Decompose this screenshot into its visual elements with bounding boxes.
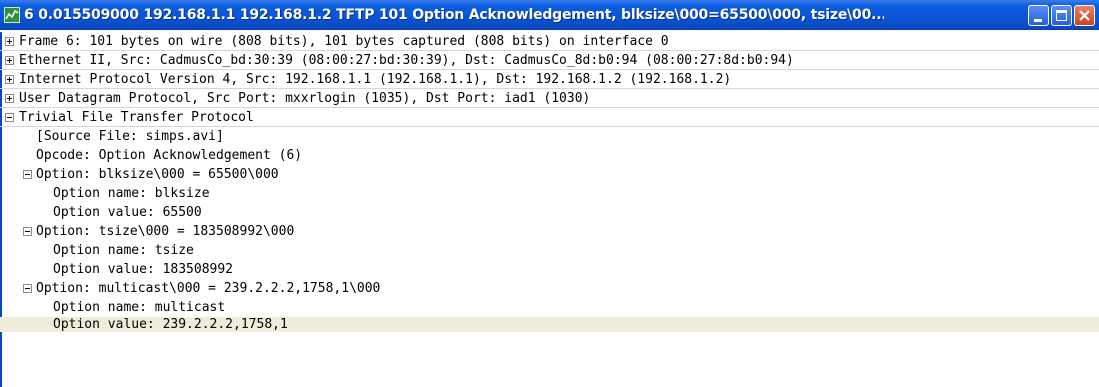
tree-row-label: Internet Protocol Version 4, Src: 192.16… bbox=[19, 72, 732, 87]
tree-row-label: Option value: 239.2.2.2,1758,1 bbox=[53, 317, 288, 332]
packet-details-tree[interactable]: Frame 6: 101 bytes on wire (808 bits), 1… bbox=[0, 32, 1099, 387]
expand-icon[interactable] bbox=[5, 37, 14, 46]
collapse-icon[interactable] bbox=[23, 170, 32, 179]
expand-icon[interactable] bbox=[5, 75, 14, 84]
tree-row-label: Trivial File Transfer Protocol bbox=[19, 110, 254, 125]
tree-row-option-multicast[interactable]: Option: multicast\000 = 239.2.2.2,1758,1… bbox=[0, 279, 1099, 298]
tree-row-ipv4[interactable]: Internet Protocol Version 4, Src: 192.16… bbox=[0, 70, 1099, 89]
maximize-button[interactable] bbox=[1051, 5, 1072, 26]
tree-row-option-name[interactable]: Option name: multicast bbox=[0, 298, 1099, 317]
tree-row-label: Option name: blksize bbox=[53, 186, 210, 201]
tree-row-label: Option name: tsize bbox=[53, 243, 194, 258]
tree-row-option-value[interactable]: Option value: 183508992 bbox=[0, 260, 1099, 279]
tree-row-label: Option: blksize\000 = 65500\000 bbox=[36, 167, 279, 182]
tree-row-label: Option name: multicast bbox=[53, 300, 226, 315]
minimize-button[interactable] bbox=[1028, 5, 1049, 26]
tree-row-option-blksize[interactable]: Option: blksize\000 = 65500\000 bbox=[0, 165, 1099, 184]
tree-row-label: [Source File: simps.avi] bbox=[36, 129, 224, 144]
tree-row-label: User Datagram Protocol, Src Port: mxxrlo… bbox=[19, 91, 591, 106]
tree-row-option-name[interactable]: Option name: blksize bbox=[0, 184, 1099, 203]
collapse-icon[interactable] bbox=[23, 227, 32, 236]
wireshark-app-icon[interactable] bbox=[4, 7, 20, 23]
tree-row-source-file[interactable]: [Source File: simps.avi] bbox=[0, 127, 1099, 146]
close-button[interactable] bbox=[1074, 5, 1095, 26]
tree-row-label: Opcode: Option Acknowledgement (6) bbox=[36, 148, 303, 163]
tree-row-option-tsize[interactable]: Option: tsize\000 = 183508992\000 bbox=[0, 222, 1099, 241]
tree-row-label: Option: tsize\000 = 183508992\000 bbox=[36, 224, 295, 239]
expand-icon[interactable] bbox=[5, 56, 14, 65]
tree-row-label: Option: multicast\000 = 239.2.2.2,1758,1… bbox=[36, 281, 381, 296]
tree-row-udp[interactable]: User Datagram Protocol, Src Port: mxxrlo… bbox=[0, 89, 1099, 108]
tree-row-tftp[interactable]: Trivial File Transfer Protocol bbox=[0, 108, 1099, 127]
window-title: 6 0.015509000 192.168.1.1 192.168.1.2 TF… bbox=[24, 7, 884, 23]
window-title-bar[interactable]: 6 0.015509000 192.168.1.1 192.168.1.2 TF… bbox=[0, 0, 1099, 30]
expand-icon[interactable] bbox=[5, 94, 14, 103]
tree-row-ethernet[interactable]: Ethernet II, Src: CadmusCo_bd:30:39 (08:… bbox=[0, 51, 1099, 70]
tree-row-label: Option value: 65500 bbox=[53, 205, 202, 220]
tree-row-frame[interactable]: Frame 6: 101 bytes on wire (808 bits), 1… bbox=[0, 32, 1099, 51]
tree-row-label: Ethernet II, Src: CadmusCo_bd:30:39 (08:… bbox=[19, 53, 794, 68]
collapse-icon[interactable] bbox=[5, 113, 14, 122]
tree-row-opcode[interactable]: Opcode: Option Acknowledgement (6) bbox=[0, 146, 1099, 165]
maximize-icon bbox=[1056, 10, 1067, 21]
tree-row-label: Frame 6: 101 bytes on wire (808 bits), 1… bbox=[19, 34, 669, 49]
close-icon bbox=[1079, 10, 1090, 21]
tree-row-option-value-selected[interactable]: Option value: 239.2.2.2,1758,1 bbox=[0, 317, 1099, 332]
minimize-icon bbox=[1034, 19, 1042, 22]
tree-row-label: Option value: 183508992 bbox=[53, 262, 234, 277]
tree-row-option-name[interactable]: Option name: tsize bbox=[0, 241, 1099, 260]
collapse-icon[interactable] bbox=[23, 284, 32, 293]
tree-row-option-value[interactable]: Option value: 65500 bbox=[0, 203, 1099, 222]
